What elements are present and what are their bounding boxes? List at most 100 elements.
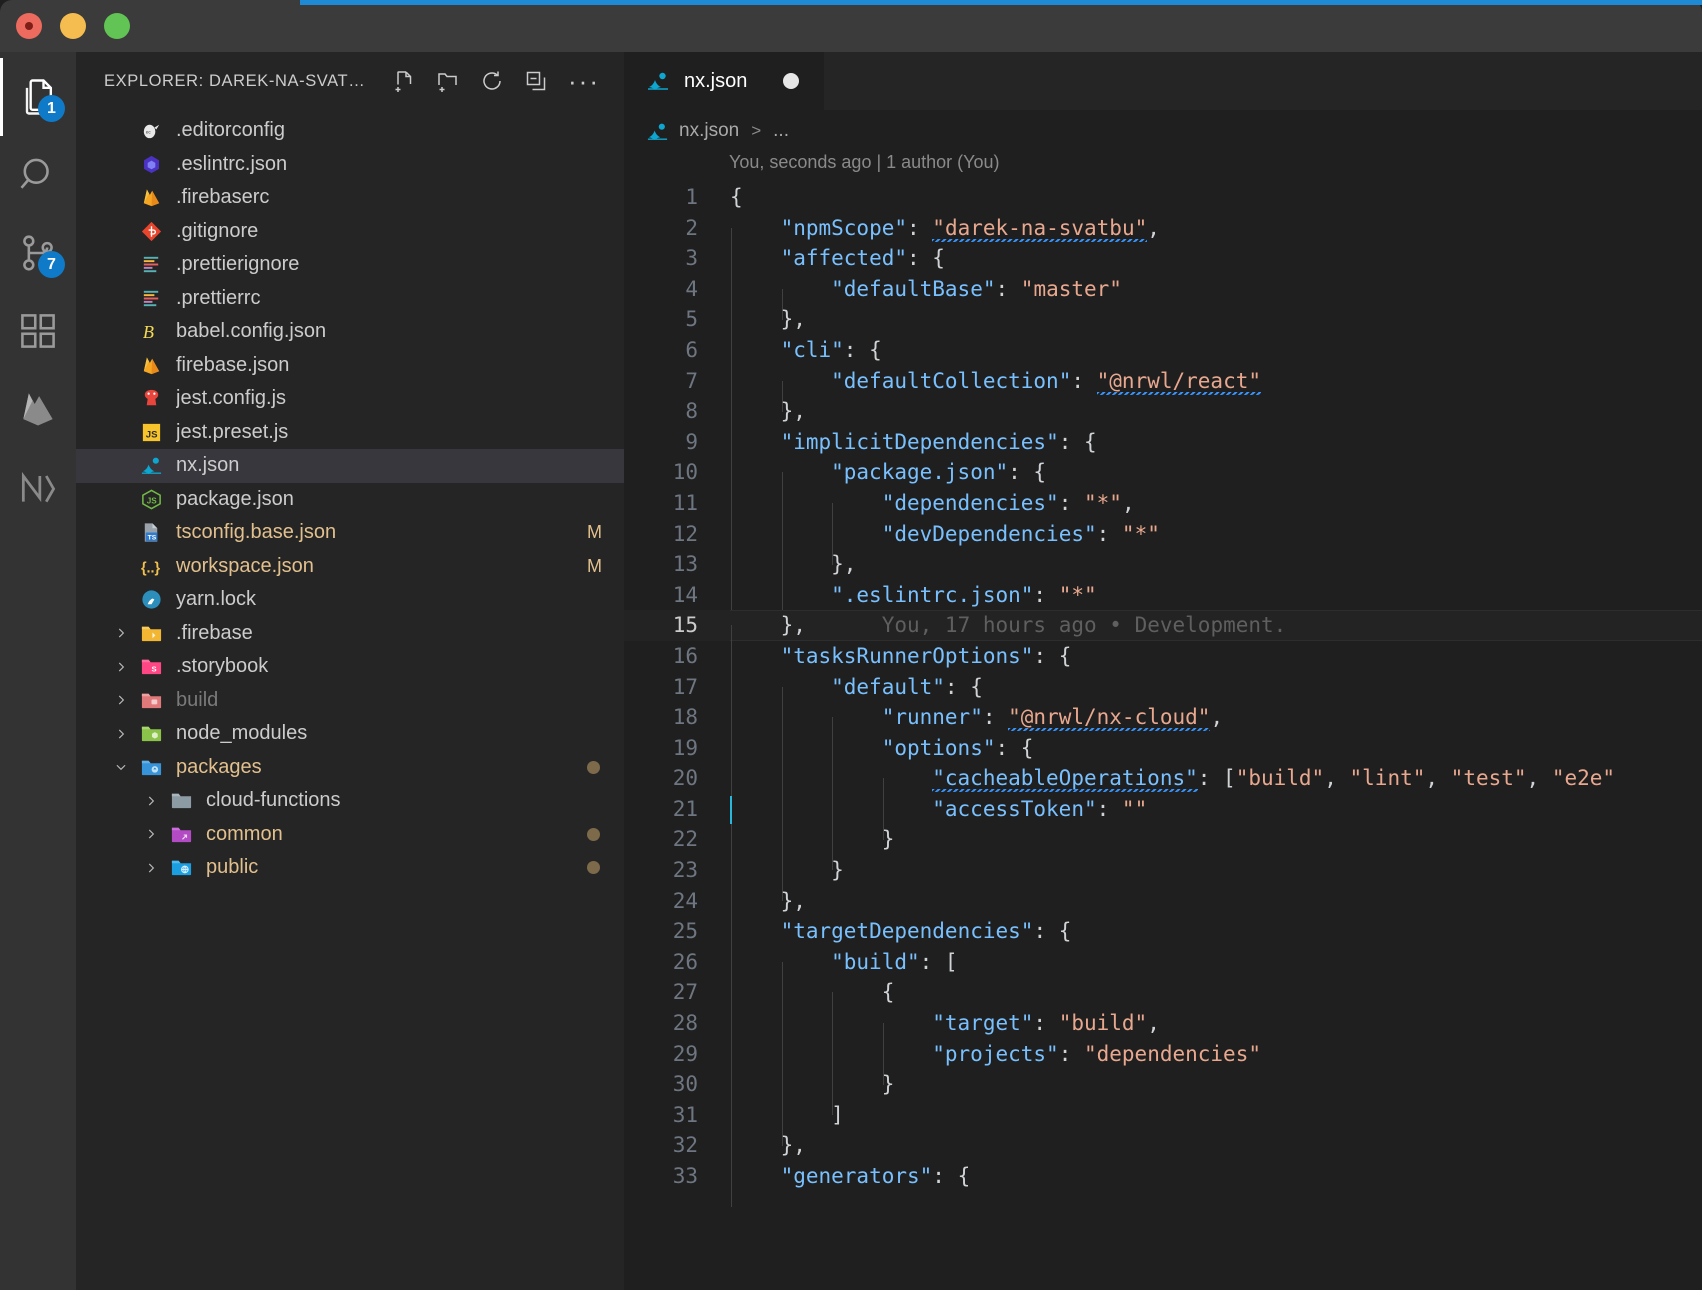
tree-item-dot-editorconfig[interactable]: ec.editorconfig (76, 114, 624, 148)
tree-item-dot-storybook[interactable]: S.storybook (76, 650, 624, 684)
code-line-text: "cli": { (730, 335, 882, 366)
code-line[interactable]: 9"implicitDependencies": { (624, 427, 1702, 458)
chevron-right-icon[interactable] (106, 693, 136, 707)
chevron-right-icon[interactable] (106, 660, 136, 674)
text-cursor (730, 796, 732, 824)
activitybar-item-explorer[interactable]: 1 (0, 58, 76, 136)
code-line[interactable]: 20"cacheableOperations": ["build", "lint… (624, 763, 1702, 794)
code-line[interactable]: 19"options": { (624, 733, 1702, 764)
breadcrumb-file[interactable]: nx.json (679, 120, 739, 142)
code-line[interactable]: 18"runner": "@nrwl/nx-cloud", (624, 702, 1702, 733)
activitybar-item-firebase[interactable] (0, 370, 76, 448)
activitybar-item-source-control[interactable]: 7 (0, 214, 76, 292)
breadcrumb-overflow[interactable]: ... (773, 120, 789, 142)
tree-item-package-json[interactable]: JSpackage.json (76, 483, 624, 517)
tree-item-label: build (176, 689, 624, 712)
maximize-window-button[interactable] (104, 13, 130, 39)
tree-item-tsconfig-base-json[interactable]: TStsconfig.base.jsonM (76, 516, 624, 550)
line-number: 23 (624, 855, 698, 886)
inline-git-blame: You, 17 hours ago • Development. (806, 613, 1286, 637)
tree-item-jest-preset-js[interactable]: JS jest.preset.js (76, 416, 624, 450)
tab-nx-json[interactable]: nx.json (624, 52, 824, 110)
line-number: 29 (624, 1039, 698, 1070)
code-line[interactable]: 28"target": "build", (624, 1008, 1702, 1039)
chevron-right-icon[interactable] (136, 794, 166, 808)
code-line[interactable]: 12"devDependencies": "*" (624, 519, 1702, 550)
tree-item-node-modules[interactable]: node_modules (76, 717, 624, 751)
code-line[interactable]: 22} (624, 824, 1702, 855)
code-line[interactable]: 1{ (624, 182, 1702, 213)
code-line[interactable]: 10"package.json": { (624, 457, 1702, 488)
tree-item-jest-config-js[interactable]: jest.config.js (76, 382, 624, 416)
new-folder-icon[interactable] (436, 69, 460, 93)
folder-plain-icon (166, 789, 196, 813)
code-line[interactable]: 14".eslintrc.json": "*" (624, 580, 1702, 611)
code-line[interactable]: 7"defaultCollection": "@nrwl/react" (624, 366, 1702, 397)
code-line[interactable]: 29"projects": "dependencies" (624, 1039, 1702, 1070)
code-line[interactable]: 25"targetDependencies": { (624, 916, 1702, 947)
tree-item-dot-prettierrc[interactable]: .prettierrc (76, 282, 624, 316)
activitybar-item-nx-console[interactable] (0, 448, 76, 526)
code-editor[interactable]: 1{2 "npmScope": "darek-na-svatbu",3"affec… (624, 182, 1702, 1290)
traffic-light-buttons (16, 13, 130, 39)
tree-item-firebase-json[interactable]: firebase.json (76, 349, 624, 383)
js-icon: JS (136, 420, 166, 444)
code-line[interactable]: 8}, (624, 396, 1702, 427)
code-line[interactable]: 6"cli": { (624, 335, 1702, 366)
tree-item-workspace-json[interactable]: {..}workspace.jsonM (76, 550, 624, 584)
tree-item-dot-prettierignore[interactable]: .prettierignore (76, 248, 624, 282)
chevron-right-icon[interactable] (136, 827, 166, 841)
tree-item-cloud-functions[interactable]: cloud-functions (76, 784, 624, 818)
chevron-right-icon[interactable] (106, 626, 136, 640)
tree-item-common[interactable]: common (76, 818, 624, 852)
tree-item-dot-firebase[interactable]: .firebase (76, 617, 624, 651)
code-line-text: }, (730, 886, 806, 917)
chevron-right-icon[interactable] (106, 727, 136, 741)
activitybar-item-search[interactable] (0, 136, 76, 214)
minimize-window-button[interactable] (60, 13, 86, 39)
code-line[interactable]: 21"accessToken": "" (624, 794, 1702, 825)
code-line[interactable]: 5}, (624, 304, 1702, 335)
tree-item-yarn-lock[interactable]: yarn.lock (76, 583, 624, 617)
code-line[interactable]: 16"tasksRunnerOptions": { (624, 641, 1702, 672)
code-line[interactable]: 33"generators": { (624, 1161, 1702, 1192)
chevron-right-icon[interactable] (136, 861, 166, 875)
code-line[interactable]: 23} (624, 855, 1702, 886)
tree-item-public[interactable]: public (76, 851, 624, 885)
code-line[interactable]: 13}, (624, 549, 1702, 580)
code-line[interactable]: 32}, (624, 1130, 1702, 1161)
new-file-icon[interactable] (392, 69, 416, 93)
code-line[interactable]: 11"dependencies": "*", (624, 488, 1702, 519)
tree-item-nx-json[interactable]: nx.json (76, 449, 624, 483)
tab-dirty-indicator[interactable] (783, 73, 799, 89)
tree-item-label: .firebase (176, 622, 624, 645)
code-line[interactable]: 24}, (624, 886, 1702, 917)
tree-item-build[interactable]: build (76, 684, 624, 718)
code-line[interactable]: 26"build": [ (624, 947, 1702, 978)
tree-item-label: jest.preset.js (176, 421, 624, 444)
tree-item-dot-gitignore[interactable]: .gitignore (76, 215, 624, 249)
code-line[interactable]: 3"affected": { (624, 243, 1702, 274)
tree-item-babel-config-json[interactable]: Bbabel.config.json (76, 315, 624, 349)
git-status-badge: M (587, 522, 624, 543)
code-line[interactable]: 4"defaultBase": "master" (624, 274, 1702, 305)
chevron-down-icon[interactable] (106, 760, 136, 774)
tree-item-dot-firebaserc[interactable]: .firebaserc (76, 181, 624, 215)
code-line[interactable]: 15}, You, 17 hours ago • Development. (624, 610, 1702, 641)
line-number: 31 (624, 1100, 698, 1131)
line-number: 2 (624, 213, 698, 244)
tree-item-packages[interactable]: packages (76, 751, 624, 785)
code-line[interactable]: 31] (624, 1100, 1702, 1131)
code-line[interactable]: 30} (624, 1069, 1702, 1100)
code-line[interactable]: 17"default": { (624, 672, 1702, 703)
collapse-all-icon[interactable] (524, 69, 548, 93)
code-line[interactable]: 2 "npmScope": "darek-na-svatbu", (624, 213, 1702, 244)
code-line-text: "npmScope": "darek-na-svatbu", (730, 213, 1160, 244)
tree-item-dot-eslintrc-json[interactable]: .eslintrc.json (76, 148, 624, 182)
close-window-button[interactable] (16, 13, 42, 39)
ellipsis-icon[interactable]: ··· (568, 75, 600, 87)
activitybar-item-extensions[interactable] (0, 292, 76, 370)
code-line[interactable]: 27{ (624, 977, 1702, 1008)
refresh-icon[interactable] (480, 69, 504, 93)
code-line-text: }, (730, 304, 806, 335)
